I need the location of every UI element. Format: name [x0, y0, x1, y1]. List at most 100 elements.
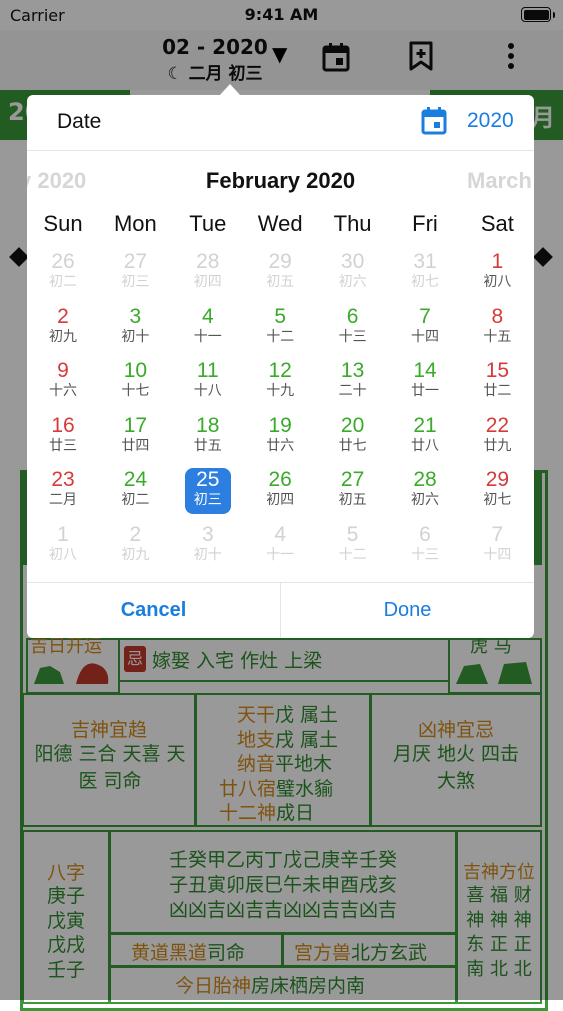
lunar-day: 廿一	[411, 383, 439, 399]
day-number: 23	[51, 468, 75, 491]
day-cell[interactable]: 17 廿四	[99, 414, 171, 468]
lunar-day: 十四	[411, 328, 439, 345]
day-cell[interactable]: 7 十四	[389, 305, 461, 359]
day-cell: 27 初三	[99, 250, 171, 304]
lunar-day: 二十	[338, 383, 367, 399]
day-number: 30	[340, 250, 365, 273]
day-number: 14	[413, 359, 437, 382]
day-number: 27	[340, 468, 365, 491]
day-number: 3	[129, 304, 142, 328]
lunar-day: 初四	[266, 492, 295, 508]
day-cell[interactable]: 6 十三	[317, 305, 389, 359]
day-number: 1	[491, 250, 504, 273]
cancel-button[interactable]: Cancel	[27, 583, 280, 638]
lunar-day: 十九	[266, 383, 295, 399]
day-number: 2	[57, 304, 69, 328]
lunar-day: 初五	[338, 492, 367, 508]
day-number: 26	[268, 468, 292, 491]
selected-day-highlight[interactable]: 25 初三	[184, 468, 231, 514]
day-number: 6	[346, 304, 359, 328]
day-number: 15	[485, 359, 510, 382]
lunar-day: 廿三	[49, 437, 77, 454]
day-number: 25	[196, 468, 220, 491]
day-cell: 2 初九	[99, 523, 171, 577]
day-number: 20	[340, 413, 365, 437]
day-number: 4	[201, 304, 214, 328]
day-cell: 6 十三	[389, 523, 461, 577]
day-cell[interactable]: 27 初五	[317, 468, 389, 522]
day-cell[interactable]: 28 初六	[389, 468, 461, 522]
day-cell[interactable]: 13 二十	[317, 359, 389, 413]
lunar-day: 廿六	[266, 437, 295, 454]
day-number: 29	[485, 468, 510, 491]
lunar-day: 廿七	[338, 437, 367, 454]
day-cell[interactable]: 16 廿三	[27, 414, 99, 468]
day-number: 22	[485, 413, 510, 437]
day-cell[interactable]: 18 廿五	[172, 414, 244, 468]
day-cell[interactable]: 20 廿七	[317, 414, 389, 468]
lunar-day: 十五	[483, 328, 512, 345]
day-cell[interactable]: 2 初九	[27, 305, 99, 359]
lunar-day: 十七	[121, 383, 150, 399]
lunar-day: 十三	[411, 546, 439, 563]
day-cell[interactable]: 21 廿八	[389, 414, 461, 468]
day-cell[interactable]: 29 初七	[461, 468, 533, 522]
day-number: 6	[419, 522, 431, 546]
lunar-day: 初六	[411, 492, 439, 508]
day-number: 13	[340, 359, 365, 382]
day-number: 9	[57, 359, 69, 382]
lunar-day: 初九	[121, 546, 150, 563]
day-number: 18	[196, 413, 220, 437]
weekday-label: Thu	[333, 211, 372, 236]
day-number: 5	[274, 304, 287, 328]
day-cell[interactable]: 23 二月	[27, 468, 99, 522]
day-number: 1	[57, 522, 69, 546]
lunar-day: 初三	[193, 492, 222, 508]
lunar-day: 十一	[266, 546, 295, 563]
day-number: 4	[274, 522, 287, 546]
calendar-today-icon[interactable]	[421, 107, 447, 139]
day-cell[interactable]: 19 廿六	[244, 414, 316, 468]
day-number: 17	[123, 413, 148, 437]
year-selector[interactable]: 2020	[467, 109, 514, 133]
day-cell[interactable]: 14 廿一	[389, 359, 461, 413]
day-cell[interactable]: 4 十一	[172, 305, 244, 359]
day-cell[interactable]: 5 十二	[244, 305, 316, 359]
day-cell-selected[interactable]: 25 初三	[172, 468, 244, 522]
lunar-day: 廿四	[121, 437, 150, 454]
day-cell[interactable]: 9 十六	[27, 359, 99, 413]
day-number: 31	[413, 250, 437, 273]
day-cell[interactable]: 22 廿九	[461, 414, 533, 468]
next-month-label[interactable]: March	[467, 168, 532, 194]
day-cell[interactable]: 1 初八	[461, 250, 533, 304]
day-number: 7	[491, 522, 504, 546]
day-cell[interactable]: 3 初十	[99, 305, 171, 359]
day-cell[interactable]: 26 初四	[244, 468, 316, 522]
done-button[interactable]: Done	[281, 583, 534, 638]
day-cell[interactable]: 24 初二	[99, 468, 171, 522]
day-number: 19	[268, 413, 292, 437]
current-month-label: February 2020	[205, 168, 356, 193]
picker-title: Date	[57, 110, 102, 133]
day-cell: 1 初八	[27, 523, 99, 577]
day-cell: 29 初五	[244, 250, 316, 304]
day-number: 2	[129, 522, 142, 546]
day-number: 8	[491, 304, 504, 328]
lunar-day: 初二	[49, 274, 77, 290]
day-number: 27	[123, 250, 148, 273]
day-cell[interactable]: 11 十八	[172, 359, 244, 413]
lunar-day: 初五	[266, 274, 295, 290]
lunar-day: 廿九	[483, 437, 512, 454]
day-cell: 3 初十	[172, 523, 244, 577]
lunar-day: 初八	[49, 546, 77, 563]
day-number: 5	[346, 522, 359, 546]
day-number: 29	[268, 250, 292, 273]
day-cell: 5 十二	[317, 523, 389, 577]
day-cell[interactable]: 15 廿二	[461, 359, 533, 413]
day-cell[interactable]: 12 十九	[244, 359, 316, 413]
day-cell[interactable]: 8 十五	[461, 305, 533, 359]
lunar-day: 二月	[49, 492, 77, 508]
day-cell[interactable]: 10 十七	[99, 359, 171, 413]
weekday-label: Wed	[257, 211, 303, 236]
day-cell: 26 初二	[27, 250, 99, 304]
